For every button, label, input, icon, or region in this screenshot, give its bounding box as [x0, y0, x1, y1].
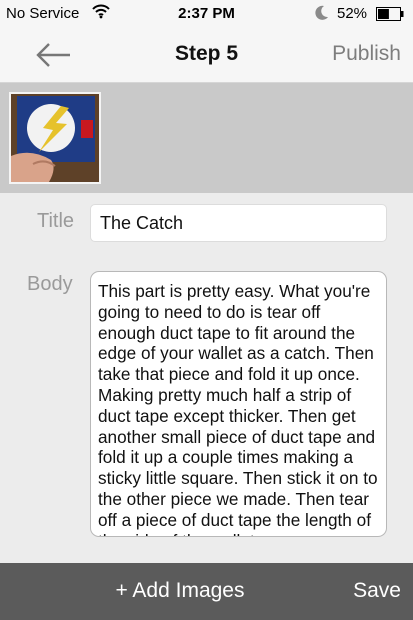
battery-icon [376, 7, 404, 25]
body-textarea[interactable]: This part is pretty easy. What you're go… [90, 271, 387, 537]
publish-button[interactable]: Publish [332, 42, 401, 66]
body-label: Body [27, 273, 73, 295]
bottom-toolbar: + Add Images Save [0, 563, 413, 620]
add-images-button[interactable]: + Add Images [0, 579, 360, 603]
title-label: Title [37, 210, 75, 232]
step-image-thumbnail[interactable] [9, 92, 101, 184]
status-bar: No Service 2:37 PM 52% [0, 0, 413, 28]
moon-icon [314, 4, 330, 26]
step-form: Title The Catch Body This part is pretty… [0, 193, 413, 563]
flash-logo-wallet-photo-icon [11, 94, 99, 182]
title-input[interactable]: The Catch [90, 204, 387, 242]
navigation-bar: Step 5 Publish [0, 28, 413, 83]
save-button[interactable]: Save [353, 579, 401, 603]
image-strip [0, 83, 413, 193]
battery-percent: 52% [337, 5, 368, 22]
